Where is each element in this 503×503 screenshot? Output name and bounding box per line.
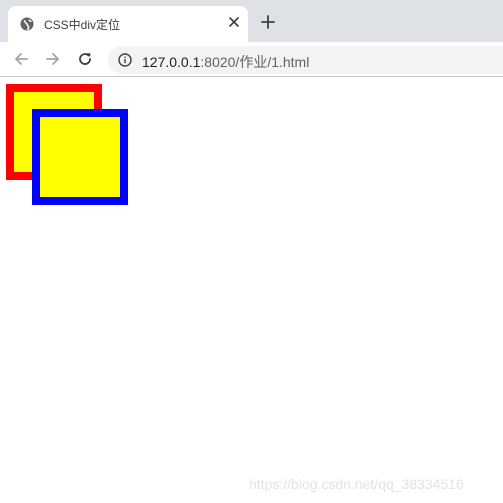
url-text[interactable]: 127.0.0.1:8020/作业/1.html [142,52,309,72]
blue-bordered-box [32,109,128,205]
page-content [0,77,503,503]
plus-icon[interactable] [258,12,278,32]
tab-strip: CSS中div定位 [0,0,503,42]
toolbar: 127.0.0.1:8020/作业/1.html [0,42,503,77]
arrow-right-icon[interactable] [44,50,62,68]
close-icon[interactable] [226,14,242,30]
arrow-left-icon[interactable] [12,50,30,68]
tab-title: CSS中div定位 [44,18,121,32]
url-path: :8020/作业/1.html [200,54,310,70]
address-bar[interactable]: 127.0.0.1:8020/作业/1.html [108,46,503,74]
browser-window: CSS中div定位 127.0.0.1:8020/作业/1.html https… [0,0,503,503]
tab-active[interactable]: CSS中div定位 [8,6,248,42]
reload-icon[interactable] [76,50,94,68]
info-icon[interactable] [118,53,132,67]
globe-icon [20,17,34,31]
url-host: 127.0.0.1 [142,54,201,70]
watermark: https://blog.csdn.net/qq_38334516 [249,476,464,492]
